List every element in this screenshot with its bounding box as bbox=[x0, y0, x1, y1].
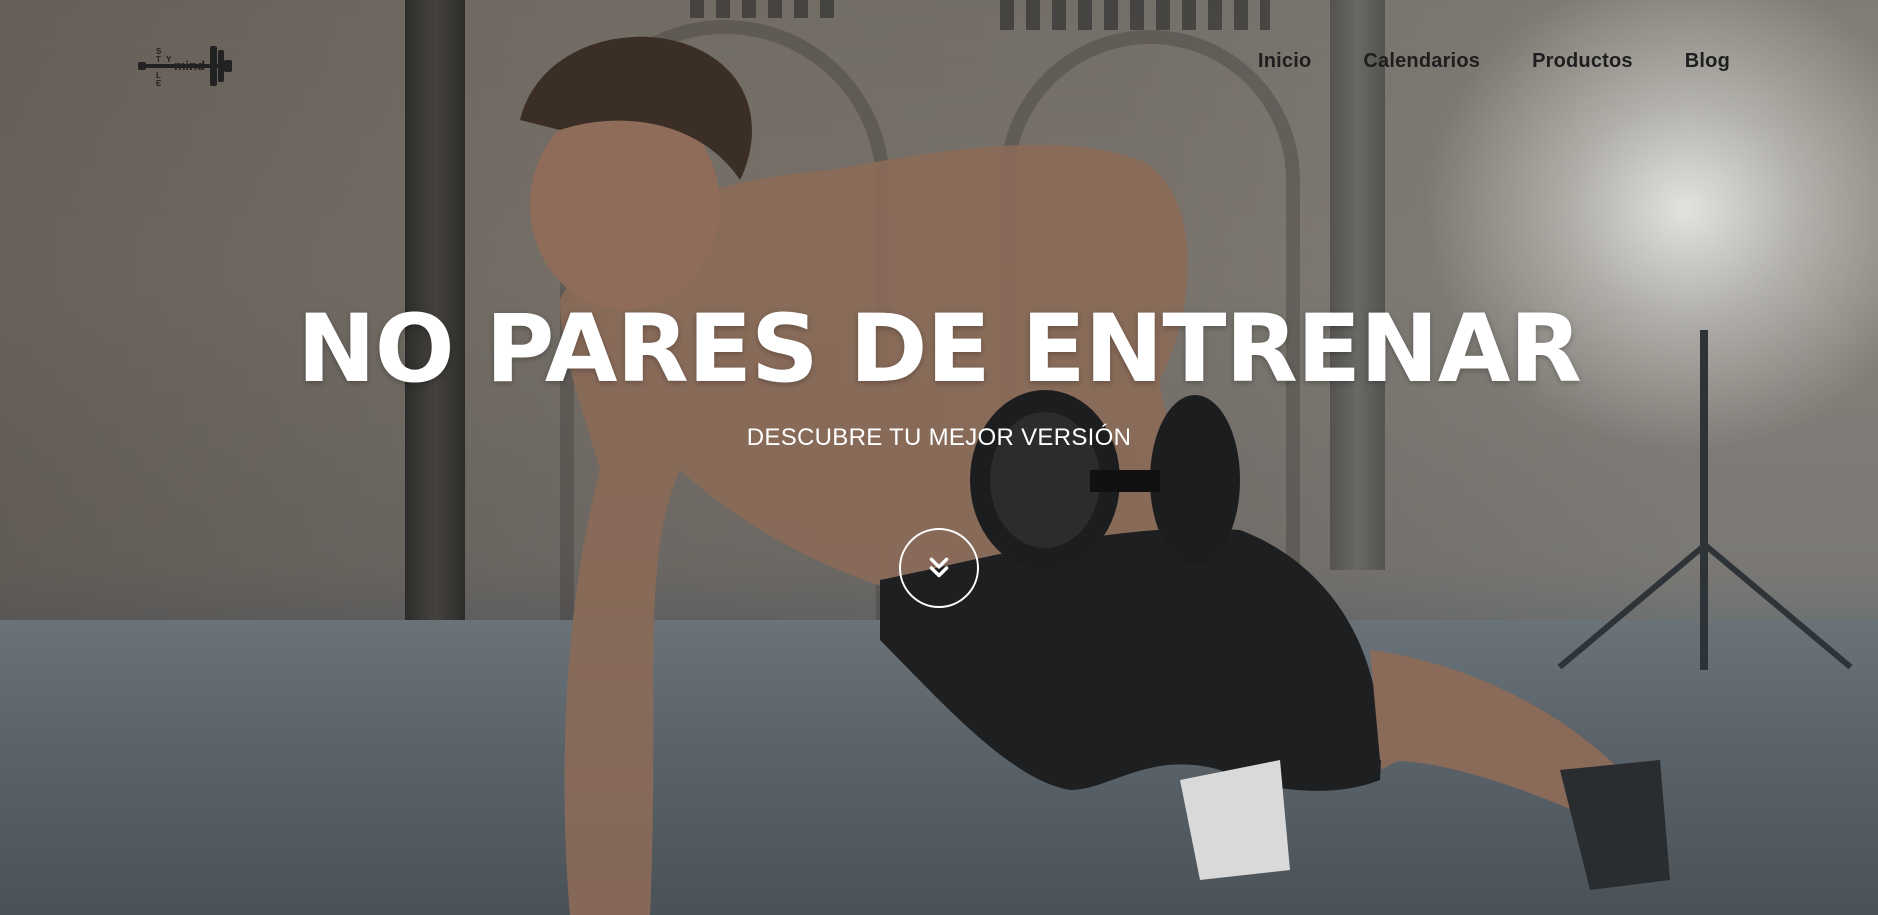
hero-subtitle: DESCUBRE TU MEJOR VERSIÓN bbox=[746, 424, 1132, 451]
nav-item-calendarios[interactable]: Calendarios bbox=[1363, 50, 1480, 73]
logo[interactable]: S T Y L E mind bbox=[138, 40, 234, 92]
logo-letters: T bbox=[156, 55, 161, 64]
logo-letters: Y bbox=[166, 55, 172, 64]
hero-section: S T Y L E mind Inicio Calendarios Produc… bbox=[0, 0, 1878, 915]
main-nav: Inicio Calendarios Productos Blog bbox=[1258, 50, 1730, 73]
logo-text: mind bbox=[174, 58, 205, 73]
dumbbell-logo-icon: S T Y L E mind bbox=[138, 46, 232, 88]
double-chevron-down-icon bbox=[929, 557, 949, 578]
athlete-photo bbox=[520, 36, 1670, 915]
nav-item-inicio[interactable]: Inicio bbox=[1258, 50, 1311, 73]
nav-item-blog[interactable]: Blog bbox=[1685, 50, 1730, 73]
scroll-down-button[interactable] bbox=[899, 528, 979, 608]
logo-letters: E bbox=[156, 79, 162, 88]
nav-item-productos[interactable]: Productos bbox=[1532, 50, 1633, 73]
hero-title: NO PARES DE ENTRENAR bbox=[297, 295, 1582, 404]
